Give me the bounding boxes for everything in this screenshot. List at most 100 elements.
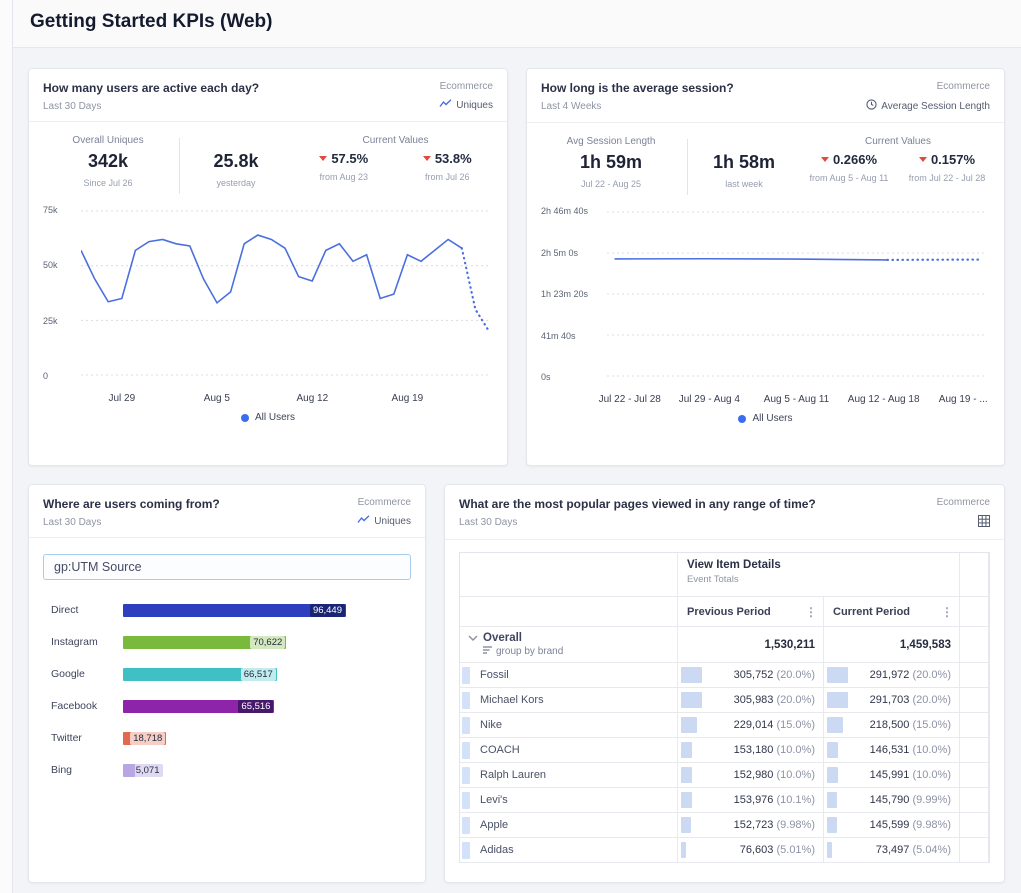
chart-plot[interactable] xyxy=(81,210,489,376)
row-label: COACH xyxy=(480,744,520,756)
dashboard-content: How many users are active each day? Last… xyxy=(13,48,1021,893)
source-label: Ecommerce xyxy=(866,81,990,92)
stats-row: Overall Uniques 342k Since Jul 26 25.8k … xyxy=(29,122,507,194)
down-arrow-icon xyxy=(919,157,927,162)
cell-percent: (20.0%) xyxy=(909,669,951,681)
uniques-trend-icon xyxy=(439,99,452,111)
cell-mini-bar xyxy=(681,817,691,833)
stat-label: Avg Session Length xyxy=(535,136,687,152)
table-row-coach[interactable]: COACH153,180 (10.0%)146,531 (10.0%) xyxy=(460,738,989,763)
delta-value: 0.266% xyxy=(833,152,877,167)
page-title: Getting Started KPIs (Web) xyxy=(13,0,1021,33)
cell-mini-bar xyxy=(681,842,686,858)
metric-label: Average Session Length xyxy=(881,101,990,112)
column-menu-icon[interactable]: ⋮ xyxy=(805,605,817,619)
card-title: How many users are active each day? xyxy=(43,81,259,95)
cell-value: 145,991 xyxy=(870,769,910,781)
y-axis-label: 25k xyxy=(43,316,58,326)
bar-facebook[interactable]: 65,516 xyxy=(123,700,274,713)
table-row-levi-s[interactable]: Levi's153,976 (10.1%)145,790 (9.99%) xyxy=(460,788,989,813)
card-utm-source: Where are users coming from? Last 30 Day… xyxy=(28,484,426,883)
table-corner-cell xyxy=(460,553,678,597)
cell-mini-bar xyxy=(827,792,837,808)
group-by-label: group by brand xyxy=(496,646,563,657)
chevron-down-icon[interactable] xyxy=(468,632,478,644)
x-axis-label: Jul 22 - Jul 28 xyxy=(599,394,661,405)
bar-row-google[interactable]: Google66,517 xyxy=(29,658,425,690)
current-value-cell: 73,497 (5.04%) xyxy=(824,838,960,863)
table-row-apple[interactable]: Apple152,723 (9.98%)145,599 (9.98%) xyxy=(460,813,989,838)
row-label: Ralph Lauren xyxy=(480,769,546,781)
stat-value: 1h 59m xyxy=(535,152,687,173)
cell-percent: (20.0%) xyxy=(773,669,815,681)
chart-legend[interactable]: All Users xyxy=(527,413,1004,424)
cell-value: 146,531 xyxy=(870,744,910,756)
row-indicator xyxy=(462,742,470,759)
table-row-adidas[interactable]: Adidas76,603 (5.01%)73,497 (5.04%) xyxy=(460,838,989,863)
bar-twitter[interactable]: 18,718 xyxy=(123,732,166,745)
stat-caption: Jul 22 - Aug 25 xyxy=(535,179,687,189)
column-header-current-period[interactable]: Current Period ⋮ xyxy=(824,597,960,627)
stat-value: 25.8k xyxy=(180,151,292,172)
previous-value-cell: 305,752 (20.0%) xyxy=(678,663,824,688)
card-title: Where are users coming from? xyxy=(43,497,220,511)
table-row-overall[interactable]: Overall group by brand 1,530,211 1,459,5… xyxy=(460,627,989,663)
current-value-cell: 218,500 (15.0%) xyxy=(824,713,960,738)
row-indicator xyxy=(462,717,470,734)
column-header-previous-period[interactable]: Previous Period ⋮ xyxy=(678,597,824,627)
row-indicator xyxy=(462,767,470,784)
bar-value-label: 5,071 xyxy=(133,764,163,777)
bar-direct[interactable]: 96,449 xyxy=(123,604,346,617)
table-tail-cell xyxy=(960,738,989,763)
card-title: What are the most popular pages viewed i… xyxy=(459,497,816,511)
table-body: Fossil305,752 (20.0%)291,972 (20.0%)Mich… xyxy=(460,663,989,863)
previous-value-cell: 153,180 (10.0%) xyxy=(678,738,824,763)
previous-value-cell: 153,976 (10.1%) xyxy=(678,788,824,813)
table-row-nike[interactable]: Nike229,014 (15.0%)218,500 (15.0%) xyxy=(460,713,989,738)
stats-row: Avg Session Length 1h 59m Jul 22 - Aug 2… xyxy=(527,123,1004,195)
daily-uniques-chart[interactable]: 75k50k25k0 Jul 29Aug 5Aug 12Aug 19 xyxy=(41,208,495,404)
table-tail-cell xyxy=(960,627,989,663)
table-row-fossil[interactable]: Fossil305,752 (20.0%)291,972 (20.0%) xyxy=(460,663,989,688)
x-axis-label: Aug 19 xyxy=(392,393,424,404)
previous-value-cell: 152,723 (9.98%) xyxy=(678,813,824,838)
column-menu-icon[interactable]: ⋮ xyxy=(941,605,953,619)
bar-value-label: 70,622 xyxy=(250,636,285,649)
current-value-cell: 291,972 (20.0%) xyxy=(824,663,960,688)
table-tail-cell xyxy=(960,713,989,738)
stat-caption: last week xyxy=(688,179,800,189)
bar-google[interactable]: 66,517 xyxy=(123,668,277,681)
y-axis-label: 75k xyxy=(43,205,58,215)
avg-session-chart[interactable]: 2h 46m 40s2h 5m 0s1h 23m 20s41m 40s0s Ju… xyxy=(539,209,992,405)
bar-row-direct[interactable]: Direct96,449 xyxy=(29,594,425,626)
bar-category-label: Facebook xyxy=(51,700,123,712)
cell-mini-bar xyxy=(827,667,848,683)
bar-instagram[interactable]: 70,622 xyxy=(123,636,286,649)
y-axis-label: 2h 5m 0s xyxy=(541,248,578,258)
utm-source-selector[interactable]: gp:UTM Source xyxy=(43,554,411,580)
cell-mini-bar xyxy=(681,742,692,758)
bar-row-twitter[interactable]: Twitter18,718 xyxy=(29,722,425,754)
y-axis-label: 0s xyxy=(541,372,551,382)
table-row-michael-kors[interactable]: Michael Kors305,983 (20.0%)291,703 (20.0… xyxy=(460,688,989,713)
utm-source-bar-chart: Direct96,449Instagram70,622Google66,517F… xyxy=(29,594,425,786)
card-avg-session: How long is the average session? Last 4 … xyxy=(526,68,1005,466)
x-axis-label: Jul 29 xyxy=(108,393,135,404)
bar-row-bing[interactable]: Bing5,071 xyxy=(29,754,425,786)
cell-mini-bar xyxy=(681,692,702,708)
bar-row-instagram[interactable]: Instagram70,622 xyxy=(29,626,425,658)
bar-value-label: 66,517 xyxy=(241,668,276,681)
cell-value: 76,603 xyxy=(740,844,774,856)
table-tail-cell xyxy=(960,838,989,863)
previous-value-cell: 76,603 (5.01%) xyxy=(678,838,824,863)
chart-plot[interactable] xyxy=(607,211,986,377)
bar-row-facebook[interactable]: Facebook65,516 xyxy=(29,690,425,722)
chart-legend[interactable]: All Users xyxy=(29,412,507,423)
bar-category-label: Direct xyxy=(51,604,123,616)
cell-percent: (10.0%) xyxy=(773,769,815,781)
row-label: Levi's xyxy=(480,794,508,806)
table-row-ralph-lauren[interactable]: Ralph Lauren152,980 (10.0%)145,991 (10.0… xyxy=(460,763,989,788)
cell-mini-bar xyxy=(827,842,832,858)
bar-track: 70,622 xyxy=(123,636,346,649)
x-axis-label: Aug 12 - Aug 18 xyxy=(848,394,920,405)
